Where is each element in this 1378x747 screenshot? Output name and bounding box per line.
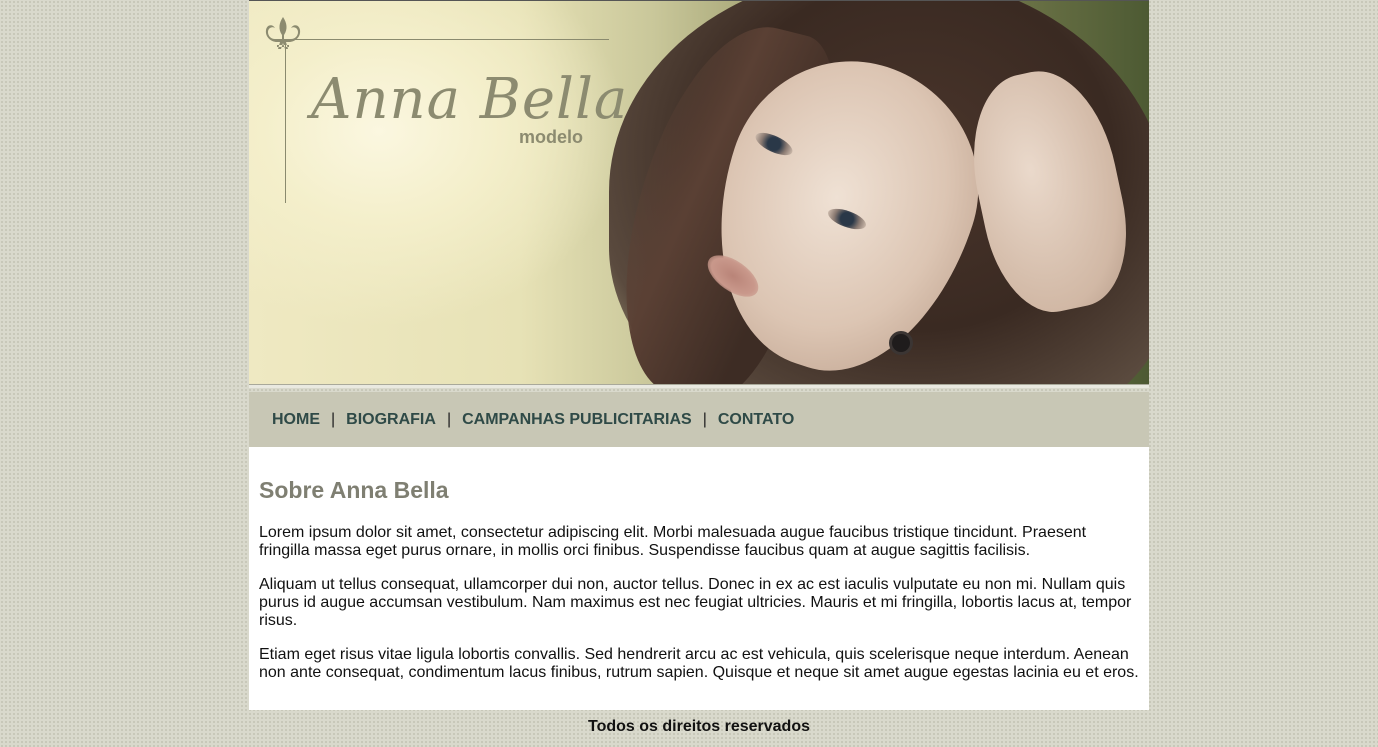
logo-name: Anna Bella xyxy=(311,67,629,132)
paragraph: Lorem ipsum dolor sit amet, consectetur … xyxy=(259,524,1087,559)
nav-contato[interactable]: CONTATO xyxy=(718,411,794,429)
nav-campanhas-publicitarias[interactable]: CAMPANHAS PUBLICITARIAS xyxy=(462,411,692,429)
nav-biografia[interactable]: BIOGRAFIA xyxy=(346,411,436,429)
paragraph: Etiam eget risus vitae ligula lobortis c… xyxy=(259,646,1139,681)
fleur-de-lis-icon xyxy=(265,17,301,49)
nav-separator: | xyxy=(702,410,707,428)
logo-frame-line xyxy=(285,39,609,40)
paragraph: Aliquam ut tellus consequat, ullamcorper… xyxy=(259,576,1132,629)
logo-subtitle: modelo xyxy=(519,127,584,147)
model-photo-earring xyxy=(889,331,913,355)
main-content: Sobre Anna Bella Lorem ipsum dolor sit a… xyxy=(249,447,1149,710)
nav-separator: | xyxy=(446,410,452,428)
nav-home[interactable]: HOME xyxy=(272,411,320,429)
page-container: Anna Bella modelo HOME | BIOGRAFIA | CAM… xyxy=(249,0,1149,736)
logo-frame-line xyxy=(285,39,286,203)
footer-text: Todos os direitos reservados xyxy=(588,718,810,735)
page-title: Sobre Anna Bella xyxy=(259,477,449,503)
nav-separator: | xyxy=(331,410,336,428)
header-divider xyxy=(249,384,1149,388)
main-nav: HOME | BIOGRAFIA | CAMPANHAS PUBLICITARI… xyxy=(249,392,1149,447)
header-banner: Anna Bella modelo xyxy=(249,0,1149,388)
